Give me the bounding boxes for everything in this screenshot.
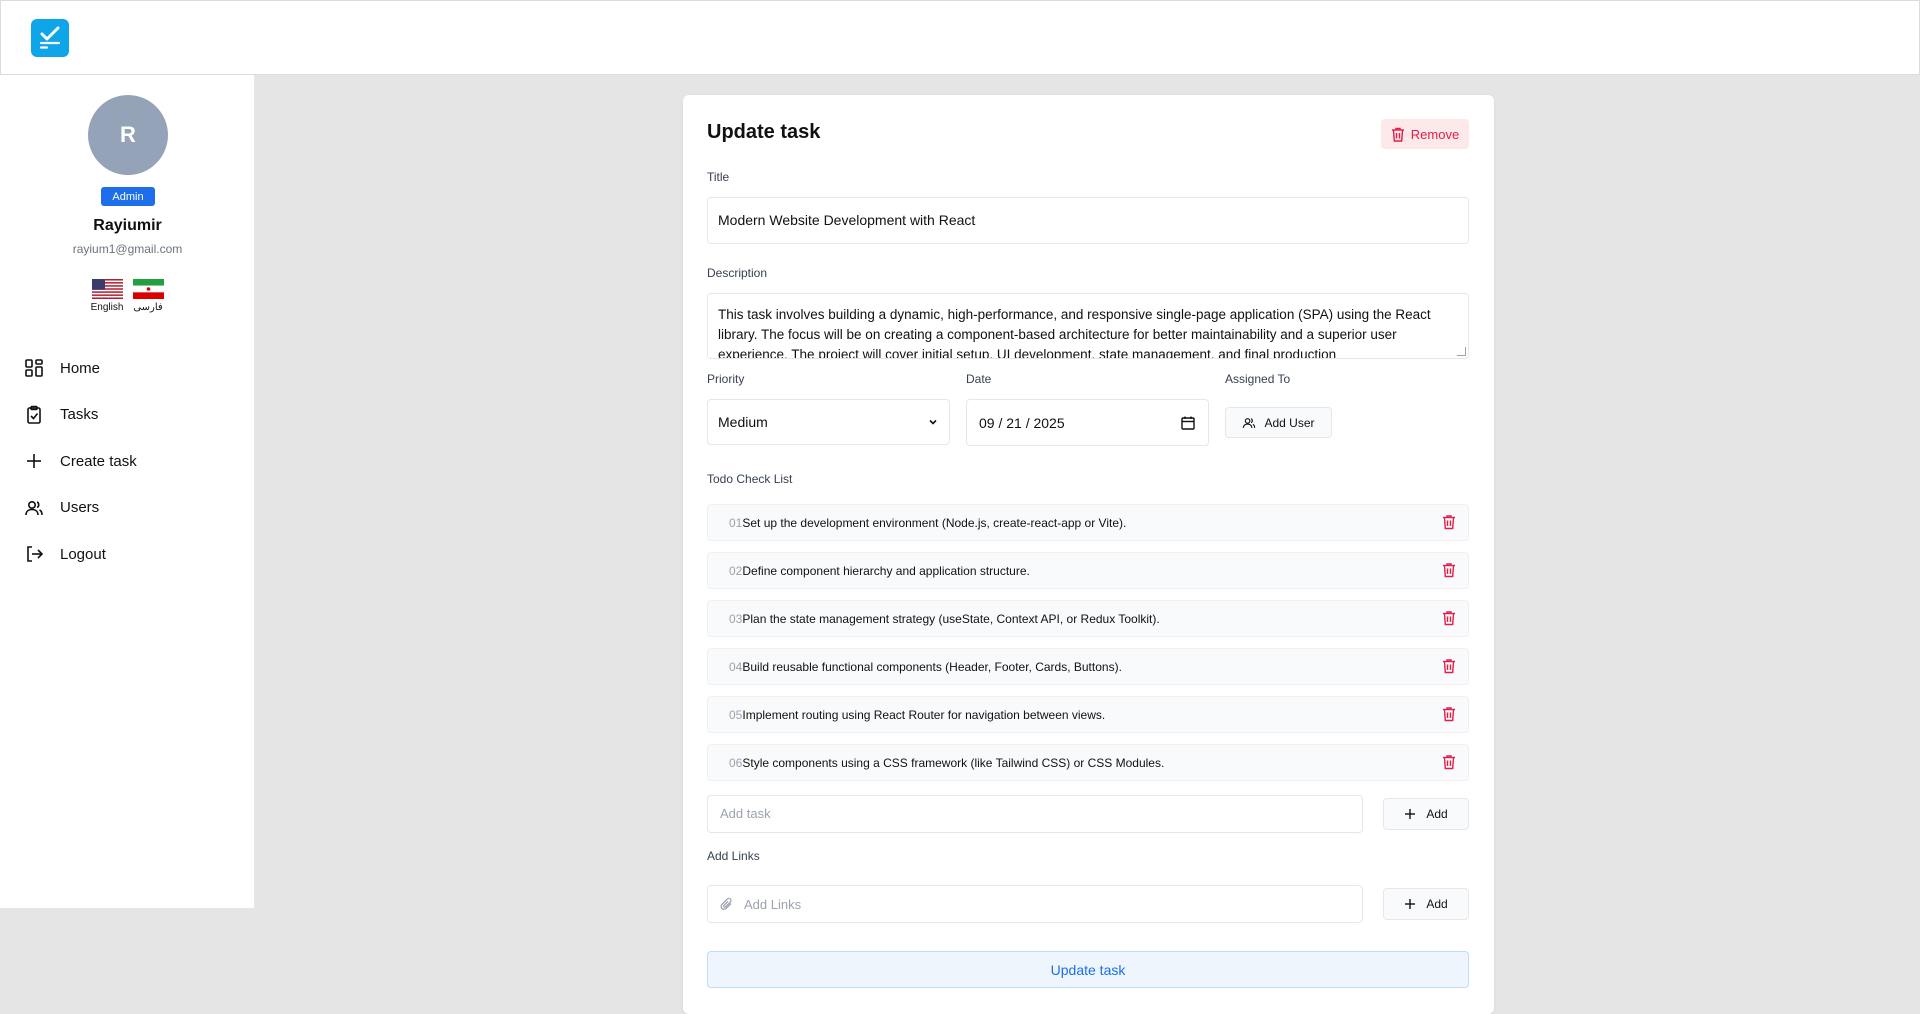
- remove-button[interactable]: Remove: [1381, 119, 1469, 149]
- us-flag-icon: [91, 279, 123, 299]
- sidebar-nav: Home Tasks Create task Users Logout: [0, 345, 255, 578]
- todo-number: 06: [729, 755, 743, 770]
- sidebar-item-create-task[interactable]: Create task: [0, 438, 255, 485]
- page-title: Update task: [707, 121, 821, 143]
- avatar: R: [88, 95, 168, 175]
- grid-icon: [25, 359, 43, 378]
- todo-number: 03: [729, 611, 743, 626]
- date-input[interactable]: 09 / 21 / 2025: [966, 399, 1209, 446]
- todo-number: 04: [729, 659, 743, 674]
- iran-flag-icon: [132, 279, 164, 299]
- logout-icon: [27, 546, 44, 563]
- sidebar-item-label: Home: [60, 359, 101, 377]
- add-task-input[interactable]: Add task: [707, 795, 1363, 833]
- trash-icon[interactable]: [1442, 610, 1456, 626]
- todo-item[interactable]: 03 Plan the state management strategy (us…: [707, 600, 1469, 637]
- date-label: Date: [966, 372, 992, 386]
- checklist-label: Todo Check List: [707, 472, 793, 486]
- users-icon: [25, 500, 43, 515]
- update-task-form: Update task Remove Title Modern Website …: [683, 95, 1494, 1014]
- trash-icon[interactable]: [1442, 562, 1456, 578]
- sidebar-item-logout[interactable]: Logout: [0, 531, 255, 578]
- chevron-down-icon: [929, 419, 937, 425]
- sidebar-item-tasks[interactable]: Tasks: [0, 392, 255, 439]
- priority-select[interactable]: Medium: [707, 399, 950, 445]
- todo-text: Implement routing using React Router for…: [742, 707, 1106, 722]
- priority-value: Medium: [718, 414, 768, 430]
- description-textarea[interactable]: This task involves building a dynamic, h…: [707, 293, 1469, 359]
- todo-item[interactable]: 05 Implement routing using React Router f…: [707, 696, 1469, 733]
- sidebar-item-label: Users: [60, 499, 100, 517]
- user-email: rayium1@gmail.com: [72, 242, 183, 256]
- add-task-button[interactable]: Add: [1383, 798, 1469, 830]
- add-links-input[interactable]: Add Links: [707, 885, 1363, 923]
- role-badge: Admin: [101, 187, 155, 206]
- description-label: Description: [707, 266, 768, 280]
- add-user-button[interactable]: Add User: [1225, 407, 1332, 438]
- sidebar-item-label: Create task: [60, 452, 137, 470]
- todo-checklist: 01 Set up the development environment (No…: [707, 504, 1469, 792]
- todo-item[interactable]: 06 Style components using a CSS framework…: [707, 744, 1469, 781]
- todo-text: Set up the development environment (Node…: [742, 515, 1127, 530]
- todo-text: Define component hierarchy and applicati…: [742, 563, 1030, 578]
- todo-item[interactable]: 04 Build reusable functional components (…: [707, 648, 1469, 685]
- todo-number: 02: [729, 563, 743, 578]
- update-task-button[interactable]: Update task: [707, 951, 1469, 988]
- todo-item[interactable]: 02 Define component hierarchy and applica…: [707, 552, 1469, 589]
- date-value: 09 / 21 / 2025: [979, 414, 1065, 431]
- priority-label: Priority: [707, 372, 745, 386]
- links-placeholder: Add Links: [744, 896, 802, 912]
- title-input[interactable]: Modern Website Development with React: [707, 197, 1469, 244]
- trash-icon[interactable]: [1442, 706, 1456, 722]
- add-label: Add: [1426, 807, 1448, 821]
- language-english[interactable]: English: [87, 279, 127, 313]
- trash-icon[interactable]: [1442, 754, 1456, 770]
- language-label: فارسی: [133, 302, 163, 313]
- remove-label: Remove: [1410, 126, 1460, 142]
- trash-icon[interactable]: [1442, 658, 1456, 674]
- todo-number: 01: [729, 515, 743, 530]
- user-name: Rayiumir: [93, 217, 162, 234]
- trash-icon[interactable]: [1442, 514, 1456, 530]
- todo-text: Plan the state management strategy (useS…: [742, 611, 1160, 626]
- language-label: English: [90, 302, 124, 313]
- language-farsi[interactable]: فارسی: [128, 279, 168, 313]
- add-link-button[interactable]: Add: [1383, 888, 1469, 920]
- sidebar: R Admin Rayiumir rayium1@gmail.com Engli…: [0, 75, 255, 908]
- todo-item[interactable]: 01 Set up the development environment (No…: [707, 504, 1469, 541]
- sidebar-item-home[interactable]: Home: [0, 345, 255, 392]
- add-label: Add: [1426, 897, 1448, 911]
- assigned-label: Assigned To: [1225, 372, 1291, 386]
- plus-icon: [1405, 899, 1416, 909]
- paperclip-icon: [720, 897, 732, 910]
- trash-icon: [1391, 127, 1404, 142]
- links-label: Add Links: [707, 849, 760, 863]
- sidebar-item-label: Tasks: [60, 406, 99, 424]
- sidebar-item-label: Logout: [60, 545, 106, 563]
- add-user-label: Add User: [1264, 415, 1315, 430]
- todo-number: 05: [729, 707, 743, 722]
- top-bar: [0, 0, 1920, 75]
- calendar-icon[interactable]: [1180, 415, 1196, 431]
- users-icon: [1243, 417, 1256, 428]
- todo-text: Build reusable functional components (He…: [742, 659, 1122, 674]
- title-label: Title: [707, 170, 730, 184]
- checklist-logo-icon[interactable]: [31, 19, 69, 57]
- sidebar-item-users[interactable]: Users: [0, 485, 255, 532]
- plus-icon: [1405, 809, 1416, 819]
- plus-icon: [27, 454, 41, 469]
- clipboard-check-icon: [27, 405, 41, 424]
- todo-text: Style components using a CSS framework (…: [742, 755, 1165, 770]
